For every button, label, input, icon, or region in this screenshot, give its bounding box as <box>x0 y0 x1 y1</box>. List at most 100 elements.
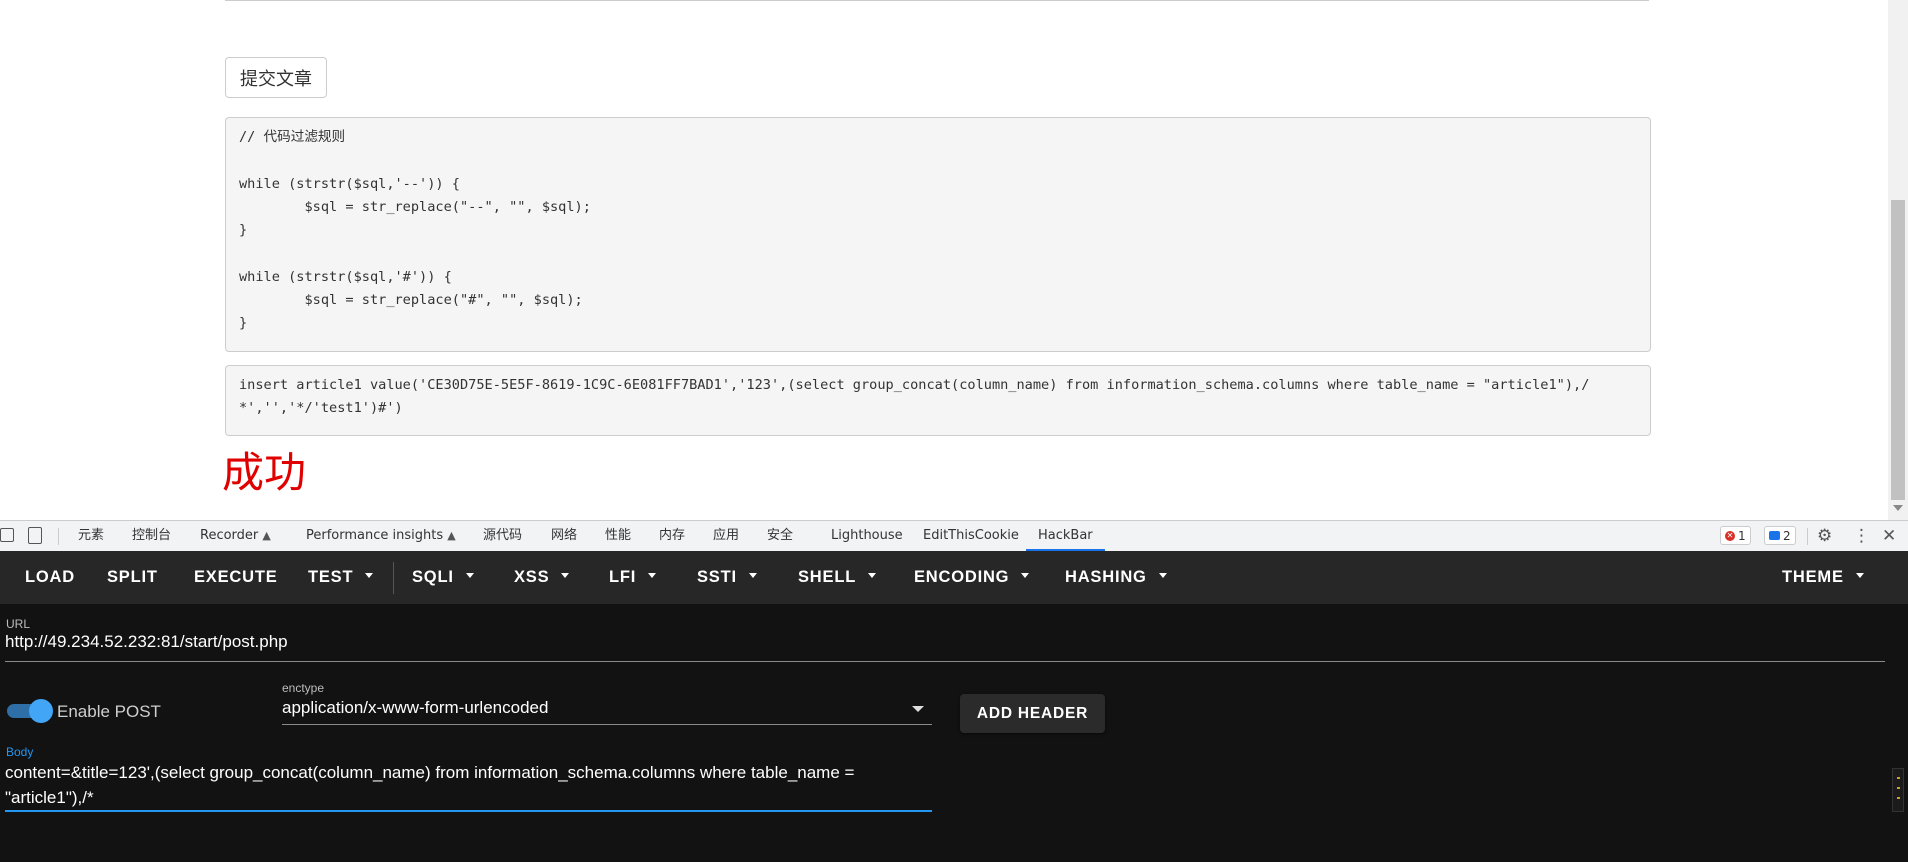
tab-sources[interactable]: 源代码 <box>483 521 522 551</box>
lfi-menu[interactable]: LFI <box>609 551 657 604</box>
tab-performance-insights[interactable]: Performance insights ▲ <box>306 521 456 551</box>
devtools-tab-bar: 元素 控制台 Recorder ▲ Performance insights ▲… <box>0 520 1908 551</box>
message-count-badge[interactable]: 2 <box>1764 526 1796 545</box>
chevron-down-icon <box>748 573 757 579</box>
enctype-underline <box>282 724 932 725</box>
tab-label: 内存 <box>659 528 686 543</box>
url-underline <box>5 661 1885 662</box>
encoding-menu[interactable]: ENCODING <box>914 551 1030 604</box>
divider <box>225 0 1649 1</box>
button-label: XSS <box>514 568 550 586</box>
tab-label: 元素 <box>78 528 105 543</box>
enctype-select[interactable]: application/x-www-form-urlencoded <box>282 698 548 718</box>
button-label: SSTI <box>697 568 737 586</box>
textarea-resize-handle[interactable] <box>1892 768 1904 812</box>
theme-menu[interactable]: THEME <box>1782 551 1864 604</box>
close-icon[interactable]: ✕ <box>1882 525 1896 547</box>
error-count-badge[interactable]: ✕ 1 <box>1720 526 1751 545</box>
inspect-element-icon[interactable] <box>0 528 14 542</box>
load-button[interactable]: LOAD <box>25 551 75 604</box>
button-label: ENCODING <box>914 568 1010 586</box>
tab-label: Performance insights <box>306 528 444 543</box>
chevron-down-icon <box>1158 573 1167 579</box>
enctype-label: enctype <box>282 681 325 695</box>
tab-security[interactable]: 安全 <box>767 521 793 551</box>
hackbar-body: URL http://49.234.52.232:81/start/post.p… <box>0 604 1908 862</box>
button-label: EXECUTE <box>194 568 278 586</box>
toggle-knob <box>29 699 53 723</box>
chevron-down-icon <box>1021 573 1030 579</box>
result-text: 成功 <box>222 448 307 497</box>
divider <box>393 562 394 594</box>
button-label: LFI <box>609 568 637 586</box>
body-label: Body <box>6 745 34 759</box>
url-input[interactable]: http://49.234.52.232:81/start/post.php <box>5 632 288 652</box>
button-label: SQLI <box>412 568 454 586</box>
xss-menu[interactable]: XSS <box>514 551 570 604</box>
tab-elements[interactable]: 元素 <box>78 521 104 551</box>
dropdown-arrow-icon[interactable] <box>912 706 924 712</box>
page-content: 提交文章 // 代码过滤规则 while (strstr($sql,'--'))… <box>0 0 1888 520</box>
tab-label: Recorder <box>200 528 259 543</box>
tab-label: 应用 <box>713 528 740 543</box>
body-textarea[interactable]: content=&title=123',(select group_concat… <box>5 760 930 810</box>
tick-mark <box>1897 787 1900 789</box>
tab-label: 控制台 <box>132 528 172 543</box>
enable-post-label: Enable POST <box>57 702 161 721</box>
tab-label: Lighthouse <box>831 528 903 543</box>
settings-gear-icon[interactable]: ⚙ <box>1817 525 1832 547</box>
chevron-down-icon <box>465 573 474 579</box>
experimental-flask-icon: ▲ <box>262 529 271 542</box>
hackbar-panel: LOAD SPLIT EXECUTE TEST SQLI XSS LFI SST… <box>0 551 1908 862</box>
add-header-button[interactable]: ADD HEADER <box>960 694 1105 733</box>
enable-post-toggle[interactable] <box>7 699 53 723</box>
tab-lighthouse[interactable]: Lighthouse <box>831 521 903 551</box>
tab-recorder[interactable]: Recorder ▲ <box>200 521 271 551</box>
tab-memory[interactable]: 内存 <box>659 521 685 551</box>
page-scrollbar[interactable] <box>1888 0 1908 520</box>
sql-statement-code: insert article1 value('CE30D75E-5E5F-861… <box>225 365 1651 436</box>
tab-hackbar[interactable]: HackBar <box>1026 521 1105 551</box>
tab-editthiscookie[interactable]: EditThisCookie <box>923 521 1019 551</box>
tab-performance[interactable]: 性能 <box>605 521 631 551</box>
experimental-flask-icon: ▲ <box>447 529 456 542</box>
divider <box>1807 528 1808 545</box>
shell-menu[interactable]: SHELL <box>798 551 877 604</box>
error-icon: ✕ <box>1725 530 1735 541</box>
tab-console[interactable]: 控制台 <box>132 521 171 551</box>
body-underline <box>5 810 932 812</box>
message-count: 2 <box>1783 528 1791 543</box>
error-count: 1 <box>1738 528 1746 543</box>
submit-article-button[interactable]: 提交文章 <box>225 57 327 98</box>
execute-button[interactable]: EXECUTE <box>194 551 278 604</box>
chevron-down-icon <box>561 573 570 579</box>
chevron-down-icon <box>648 573 657 579</box>
more-options-icon[interactable]: ⋮ <box>1853 525 1870 547</box>
button-label: SPLIT <box>107 568 158 586</box>
button-label: TEST <box>308 568 354 586</box>
chevron-down-icon <box>1855 573 1864 579</box>
split-button[interactable]: SPLIT <box>107 551 158 604</box>
tab-label: 网络 <box>551 528 578 543</box>
tab-label: 源代码 <box>483 528 523 543</box>
ssti-menu[interactable]: SSTI <box>697 551 757 604</box>
url-label: URL <box>6 617 31 631</box>
tab-network[interactable]: 网络 <box>551 521 577 551</box>
chevron-down-icon <box>868 573 877 579</box>
test-menu[interactable]: TEST <box>308 551 374 604</box>
tick-mark <box>1897 777 1900 779</box>
button-label: LOAD <box>25 568 75 586</box>
sqli-menu[interactable]: SQLI <box>412 551 474 604</box>
scroll-down-arrow-icon[interactable] <box>1893 505 1903 511</box>
filter-rules-code: // 代码过滤规则 while (strstr($sql,'--')) { $s… <box>225 117 1651 352</box>
tab-label: 性能 <box>605 528 632 543</box>
scrollbar-thumb[interactable] <box>1891 200 1905 500</box>
device-toolbar-icon[interactable] <box>28 527 42 544</box>
divider <box>58 528 59 545</box>
button-label: HASHING <box>1065 568 1147 586</box>
button-label: SHELL <box>798 568 857 586</box>
tab-application[interactable]: 应用 <box>713 521 739 551</box>
chevron-down-icon <box>365 573 374 579</box>
message-icon <box>1769 531 1780 540</box>
hashing-menu[interactable]: HASHING <box>1065 551 1167 604</box>
